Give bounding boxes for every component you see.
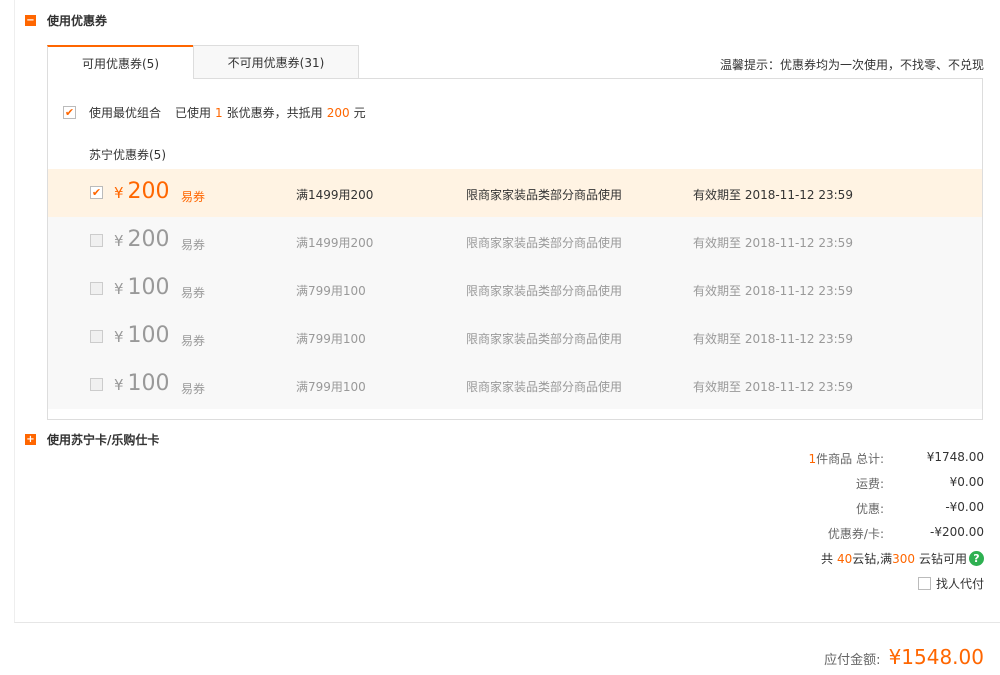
pay-for-me-checkbox[interactable] [917,577,931,590]
collapse-icon[interactable]: − [25,15,36,26]
coupon-scope: 限商家家装品类部分商品使用 [466,380,623,394]
coupon-card-value: -¥200.00 [930,525,984,539]
card-section-header[interactable]: + 使用苏宁卡/乐购仕卡 [25,431,159,448]
payable-value: ¥1548.00 [888,645,984,669]
coupon-expiry: 有效期至 2018-11-12 23:59 [693,188,853,202]
help-icon[interactable]: ? [969,551,984,566]
coupon-checkbox[interactable] [90,234,103,247]
tab-available-coupons[interactable]: 可用优惠券(5) [47,45,193,80]
coupon-kind: 易券 [181,190,206,204]
diamond-count: 40 [836,551,853,566]
used-mid: 张优惠券，共抵用 [226,106,323,120]
used-amount: 200 [326,105,350,120]
used-prefix: 已使用 [175,106,212,120]
pay-for-me[interactable]: 找人代付 [917,575,984,592]
coupon-scope: 限商家家装品类部分商品使用 [466,284,623,298]
currency-symbol: ¥ [114,184,124,202]
coupon-condition: 满799用100 [296,284,366,298]
diamond-mid: 云钻,满 [852,552,893,566]
summary-shipping: 运费: ¥0.00 [584,475,984,492]
coupon-section-title: 使用优惠券 [47,14,108,28]
payable-label: 应付金额: [824,653,881,668]
summary-items-total: 1件商品 总计: ¥1748.00 [584,450,985,467]
coupon-condition: 满1499用200 [296,236,374,250]
coupon-tip: 温馨提示：优惠券均为一次使用，不找零、不兑现 [719,58,984,72]
coupon-checkbox[interactable]: ✔ [90,186,103,199]
payable-total: 应付金额: ¥1548.00 [824,645,984,669]
coupon-card-label: 优惠券/卡: [827,527,884,541]
coupon-amount: ¥100 [114,323,170,350]
coupon-row[interactable]: ¥100 易券 满799用100 限商家家装品类部分商品使用 有效期至 2018… [48,265,982,313]
discount-label: 优惠: [855,502,884,516]
used-unit: 元 [353,106,366,120]
diamond-threshold: 300 [892,551,915,566]
coupon-checkbox[interactable] [90,378,103,391]
diamond-suffix: 云钻可用 [918,552,967,566]
coupon-kind: 易券 [181,286,206,300]
coupon-row[interactable]: ¥200 易券 满1499用200 限商家家装品类部分商品使用 有效期至 201… [48,217,982,265]
coupon-scope: 限商家家装品类部分商品使用 [466,332,623,346]
coupon-condition: 满799用100 [296,332,366,346]
coupon-checkbox[interactable] [90,282,103,295]
coupon-expiry: 有效期至 2018-11-12 23:59 [693,332,853,346]
items-count: 1 [808,452,817,466]
coupon-section-header[interactable]: − 使用优惠券 [25,12,107,29]
coupon-checkbox[interactable] [90,330,103,343]
coupon-amount-value: 200 [127,227,170,252]
coupon-row[interactable]: ✔ ¥200 易券 满1499用200 限商家家装品类部分商品使用 有效期至 2… [48,169,982,217]
currency-symbol: ¥ [114,280,124,298]
coupon-amount-value: 100 [127,323,170,348]
used-count: 1 [215,105,223,120]
coupon-amount-value: 100 [127,275,170,300]
coupon-kind: 易券 [181,382,206,396]
coupon-expiry: 有效期至 2018-11-12 23:59 [693,284,853,298]
discount-value: -¥0.00 [945,500,984,514]
summary-discount: 优惠: -¥0.00 [584,500,984,517]
currency-symbol: ¥ [114,376,124,394]
coupon-expiry: 有效期至 2018-11-12 23:59 [693,380,853,394]
coupon-amount: ¥100 [114,371,170,398]
card-section-title: 使用苏宁卡/乐购仕卡 [47,433,160,447]
coupon-scope: 限商家家装品类部分商品使用 [466,236,623,250]
items-label: 件商品 总计: [816,452,884,466]
coupon-scope: 限商家家装品类部分商品使用 [466,188,623,202]
coupon-expiry: 有效期至 2018-11-12 23:59 [693,236,853,250]
items-total-label: 1件商品 总计: [809,450,885,467]
best-combo: ✔ 使用最优组合 已使用 1 张优惠券，共抵用 200 元 [63,104,366,121]
coupon-row[interactable]: ¥100 易券 满799用100 限商家家装品类部分商品使用 有效期至 2018… [48,361,982,409]
tab-available-label: 可用优惠券(5) [82,57,159,71]
coupon-kind: 易券 [181,334,206,348]
shipping-label: 运费: [855,477,884,491]
coupon-condition: 满1499用200 [296,188,374,202]
shipping-value: ¥0.00 [949,475,984,489]
coupon-amount: ¥200 [114,227,170,254]
expand-icon[interactable]: + [25,434,36,445]
pay-for-me-label: 找人代付 [935,577,984,591]
coupon-row[interactable]: ¥100 易券 满799用100 限商家家装品类部分商品使用 有效期至 2018… [48,313,982,361]
coupon-amount: ¥200 [114,179,170,206]
summary-coupon: 优惠券/卡: -¥200.00 [584,525,984,542]
coupon-condition: 满799用100 [296,380,366,394]
items-total-value: ¥1748.00 [926,450,984,464]
best-combo-checkbox[interactable]: ✔ [63,106,76,119]
coupon-amount-value: 200 [127,179,170,204]
cloud-diamond-info: 共 40 云钻,满 300 云钻可用 ? [821,550,984,567]
tab-unavailable-coupons[interactable]: 不可用优惠券(31) [193,45,359,79]
best-combo-label: 使用最优组合 [89,106,162,120]
coupon-group-title: 苏宁优惠券(5) [89,148,166,162]
currency-symbol: ¥ [114,328,124,346]
coupon-amount-value: 100 [127,371,170,396]
tab-unavailable-label: 不可用优惠券(31) [227,56,325,70]
diamond-prefix: 共 [820,552,833,566]
coupon-kind: 易券 [181,238,206,252]
coupon-amount: ¥100 [114,275,170,302]
currency-symbol: ¥ [114,232,124,250]
